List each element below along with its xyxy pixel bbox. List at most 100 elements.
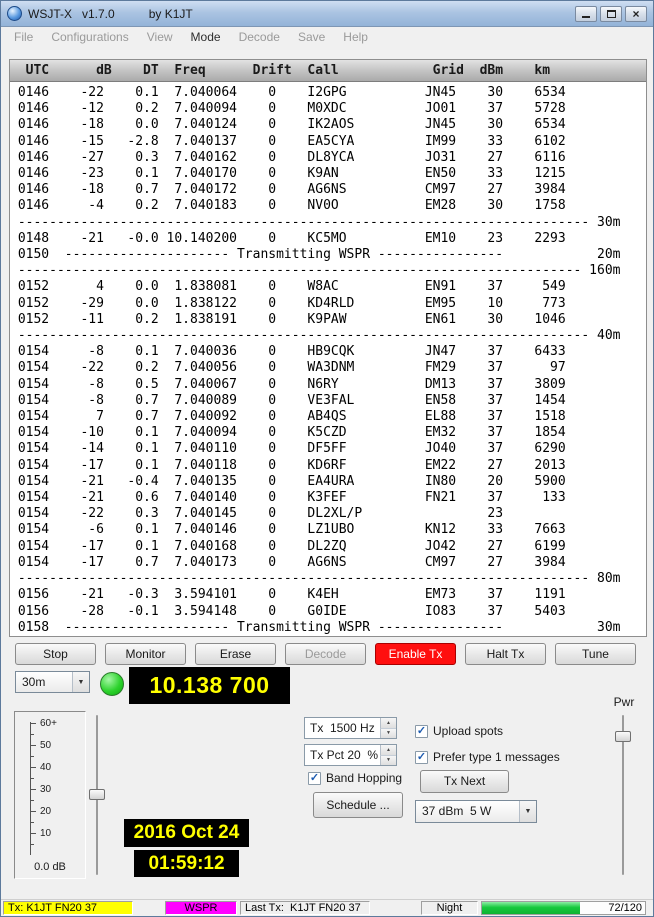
status-mode-badge: WSPR (165, 901, 237, 915)
status-tx-message: Tx: K1JT FN20 37 (3, 901, 133, 915)
spin-down-icon[interactable]: ▼ (380, 756, 396, 766)
checkbox-check-icon[interactable]: ✓ (308, 772, 321, 785)
checkbox-check-icon[interactable]: ✓ (415, 725, 428, 738)
time-display: 01:59:12 (134, 850, 239, 877)
window-byline: by K1JT (149, 7, 193, 21)
meter-tick (31, 811, 36, 812)
decode-row-separator: ----------------------------------------… (10, 328, 646, 344)
spin-down-icon[interactable]: ▼ (380, 729, 396, 739)
tx-progress-label: 72/120 (608, 902, 642, 914)
tx-next-button[interactable]: Tx Next (420, 770, 509, 793)
decode-row-separator: ----------------------------------------… (10, 215, 646, 231)
decode-button[interactable]: Decode (285, 643, 366, 665)
tx-freq-spin-arrows: ▲ ▼ (380, 718, 396, 738)
menu-configurations[interactable]: Configurations (42, 28, 137, 46)
tx-progress-fill (482, 902, 580, 914)
menu-mode[interactable]: Mode (182, 28, 230, 46)
meter-minor-tick (31, 778, 34, 779)
meter-tick-label: 30 (40, 784, 51, 795)
band-hopping-checkbox[interactable]: ✓ Band Hopping (308, 771, 402, 785)
decode-row-data: 0154 -10 0.1 7.040094 0 K5CZD EM32 37 18… (10, 425, 646, 441)
spin-up-icon[interactable]: ▲ (380, 718, 396, 729)
tx-progress-bar: 72/120 (481, 901, 646, 915)
close-button[interactable]: × (625, 6, 647, 22)
menu-bar: File Configurations View Mode Decode Sav… (1, 27, 653, 47)
minimize-button[interactable] (575, 6, 597, 22)
decode-row-separator: ----------------------------------------… (10, 263, 646, 279)
meter-minor-tick (31, 822, 34, 823)
status-last-tx: Last Tx: K1JT FN20 37 (240, 901, 370, 915)
meter-tick-label: 10 (40, 828, 51, 839)
decode-row-transmit: 0158 --------------------- Transmitting … (10, 620, 646, 636)
decode-row-data: 0146 -18 0.7 7.040172 0 AG6NS CM97 27 39… (10, 182, 646, 198)
monitor-button[interactable]: Monitor (105, 643, 186, 665)
decode-row-data: 0154 -17 0.1 7.040168 0 DL2ZQ JO42 27 61… (10, 539, 646, 555)
maximize-button[interactable] (600, 6, 622, 22)
decode-body[interactable]: 0146 -22 0.1 7.040064 0 I2GPG JN45 30 65… (10, 82, 646, 636)
rx-gain-slider[interactable] (89, 713, 107, 877)
decode-row-data: 0154 -21 0.6 7.040140 0 K3FEF FN21 37 13… (10, 490, 646, 506)
tx-pct-spinner[interactable]: Tx Pct 20 % ▲ ▼ (304, 744, 397, 766)
meter-reading: 0.0 dB (15, 861, 85, 873)
close-icon: × (632, 8, 639, 20)
decode-row-data: 0154 -17 0.7 7.040173 0 AG6NS CM97 27 39… (10, 555, 646, 571)
power-select-value: 37 dBm 5 W (422, 801, 491, 822)
decode-row-data: 0154 -8 0.7 7.040089 0 VE3FAL EN58 37 14… (10, 393, 646, 409)
stop-button[interactable]: Stop (15, 643, 96, 665)
menu-file[interactable]: File (5, 28, 42, 46)
checkbox-check-icon[interactable]: ✓ (415, 751, 428, 764)
menu-decode[interactable]: Decode (230, 28, 289, 46)
decode-row-data: 0152 -11 0.2 1.838191 0 K9PAW EN61 30 10… (10, 312, 646, 328)
meter-minor-tick (31, 734, 34, 735)
chevron-down-icon: ▼ (72, 672, 89, 692)
decode-row-data: 0154 -8 0.1 7.040036 0 HB9CQK JN47 37 64… (10, 344, 646, 360)
meter-minor-tick (31, 800, 34, 801)
frequency-display[interactable]: 10.138 700 (129, 667, 290, 704)
upload-spots-checkbox[interactable]: ✓ Upload spots (415, 724, 503, 738)
enable-tx-button[interactable]: Enable Tx (375, 643, 456, 665)
meter-tick (31, 745, 36, 746)
pwr-slider[interactable] (615, 713, 633, 877)
band-hopping-label: Band Hopping (326, 771, 402, 785)
minimize-icon (582, 16, 590, 18)
menu-view[interactable]: View (138, 28, 182, 46)
rx-gain-slider-handle[interactable] (89, 789, 105, 800)
spin-up-icon[interactable]: ▲ (380, 745, 396, 756)
decode-row-data: 0154 -6 0.1 7.040146 0 LZ1UBO KN12 33 76… (10, 522, 646, 538)
rx-status-indicator (100, 672, 124, 696)
decode-row-data: 0146 -18 0.0 7.040124 0 IK2AOS JN45 30 6… (10, 117, 646, 133)
decode-row-data: 0146 -15 -2.8 7.040137 0 EA5CYA IM99 33 … (10, 134, 646, 150)
decode-row-separator: ----------------------------------------… (10, 571, 646, 587)
meter-minor-tick (31, 756, 34, 757)
decode-row-data: 0154 7 0.7 7.040092 0 AB4QS EL88 37 1518 (10, 409, 646, 425)
band-select[interactable]: 30m ▼ (15, 671, 90, 693)
decode-row-data: 0154 -17 0.1 7.040118 0 KD6RF EM22 27 20… (10, 458, 646, 474)
pwr-label: Pwr (609, 695, 639, 709)
meter-tick-label: 20 (40, 806, 51, 817)
power-select[interactable]: 37 dBm 5 W ▼ (415, 800, 537, 823)
meter-tick-label: 40 (40, 762, 51, 773)
prefer-type1-checkbox[interactable]: ✓ Prefer type 1 messages (415, 750, 560, 764)
meter-tick-label: 50 (40, 740, 51, 751)
decode-row-data: 0154 -8 0.5 7.040067 0 N6RY DM13 37 3809 (10, 377, 646, 393)
prefer-type1-label: Prefer type 1 messages (433, 750, 560, 764)
pwr-slider-handle[interactable] (615, 731, 631, 742)
menu-help[interactable]: Help (334, 28, 377, 46)
status-night-badge: Night (421, 901, 478, 915)
tune-button[interactable]: Tune (555, 643, 636, 665)
decode-row-data: 0146 -22 0.1 7.040064 0 I2GPG JN45 30 65… (10, 85, 646, 101)
erase-button[interactable]: Erase (195, 643, 276, 665)
app-icon (7, 6, 22, 21)
tx-freq-spinner[interactable]: Tx 1500 Hz ▲ ▼ (304, 717, 397, 739)
menu-save[interactable]: Save (289, 28, 334, 46)
decode-row-data: 0154 -14 0.1 7.040110 0 DF5FF JO40 37 62… (10, 441, 646, 457)
meter-tick (31, 767, 36, 768)
halt-tx-button[interactable]: Halt Tx (465, 643, 546, 665)
title-bar[interactable]: WSJT-X v1.7.0 by K1JT × (1, 1, 653, 27)
maximize-icon (607, 10, 616, 18)
tx-pct-spin-arrows: ▲ ▼ (380, 745, 396, 765)
meter-tick (31, 789, 36, 790)
decode-row-transmit: 0150 --------------------- Transmitting … (10, 247, 646, 263)
tx-freq-value: Tx 1500 Hz (310, 718, 375, 738)
schedule-button[interactable]: Schedule ... (313, 792, 403, 818)
